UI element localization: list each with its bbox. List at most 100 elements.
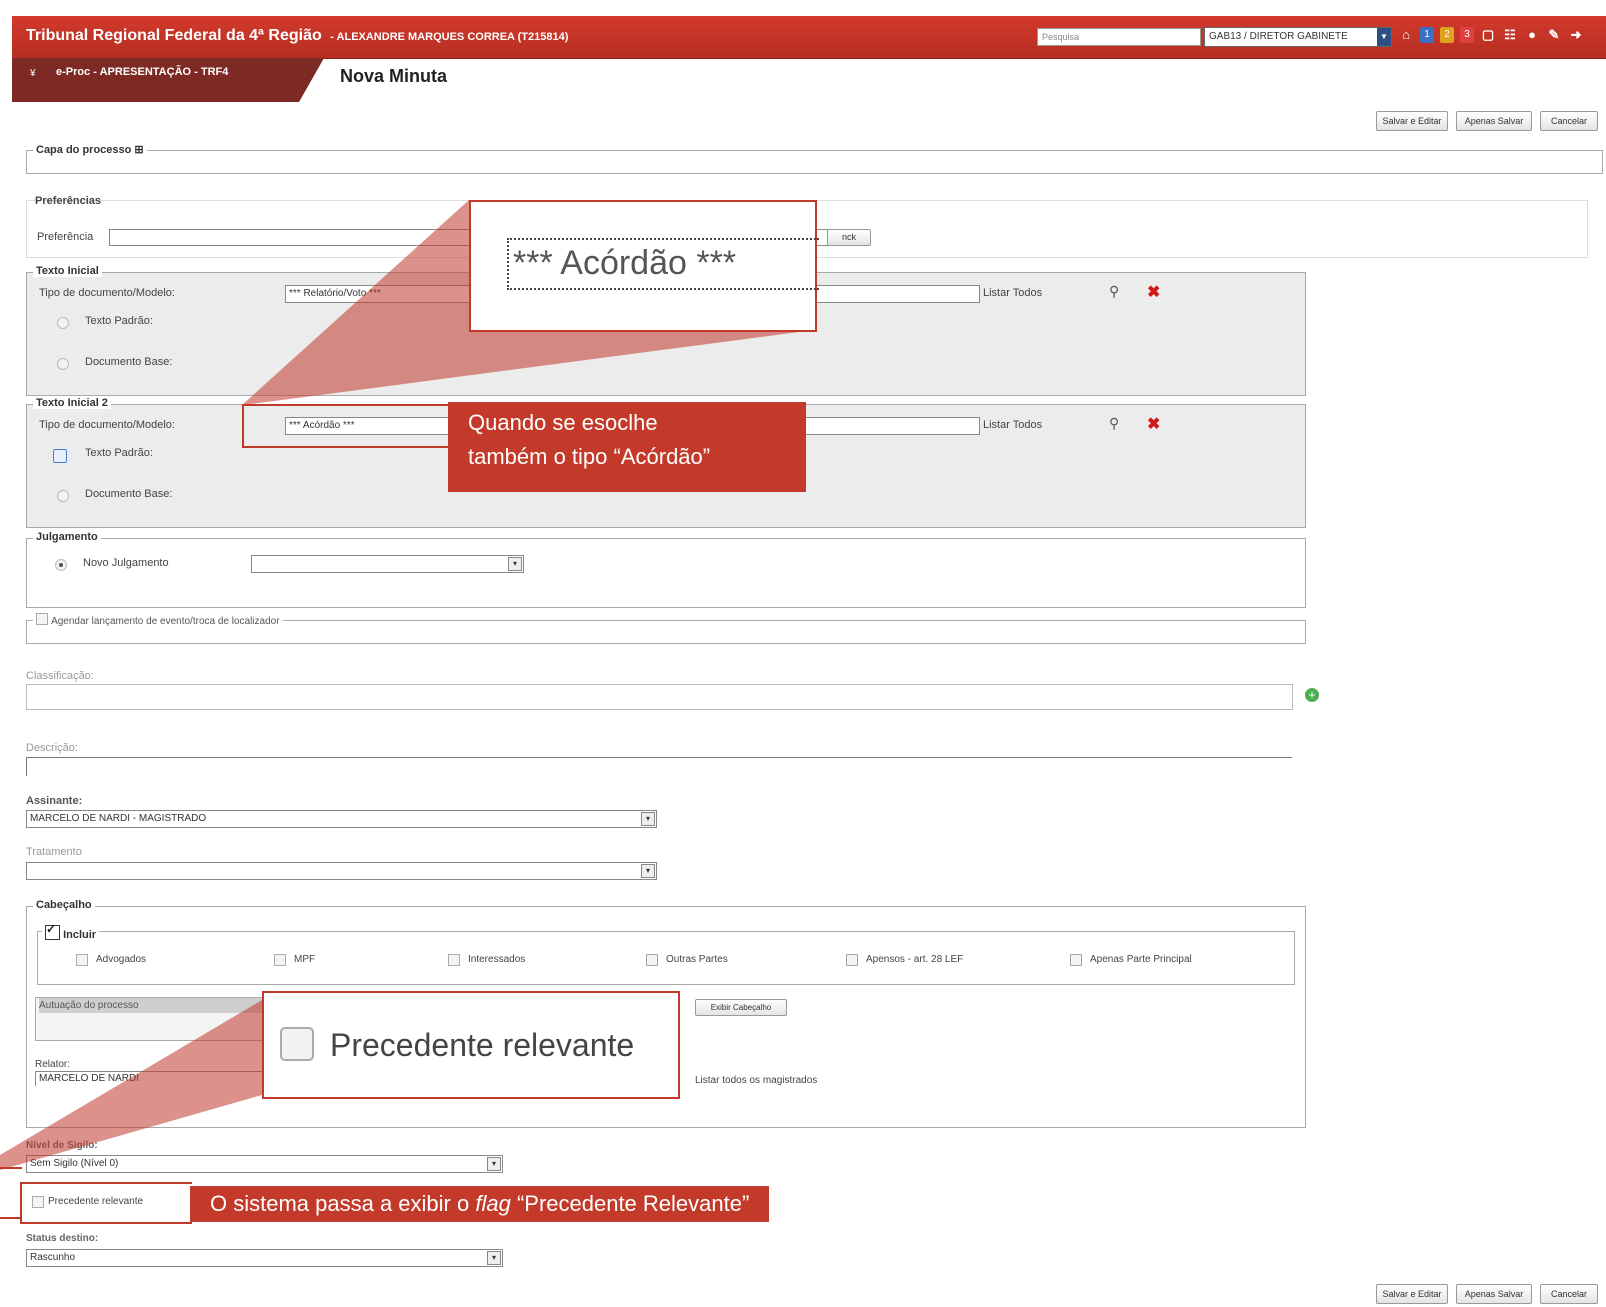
tools-icon[interactable]: ✎ [1546, 26, 1562, 44]
listar-todos-link[interactable]: Listar Todos [983, 419, 1042, 431]
capa-fieldset: Capa do processo ⊞ [26, 143, 1603, 174]
mpf-label: MPF [294, 954, 316, 965]
save-edit-button-bottom[interactable]: Salvar e Editar [1376, 1284, 1448, 1304]
mpf-checkbox[interactable] [274, 954, 286, 966]
apensos-label: Apensos - art. 28 LEF [866, 954, 964, 965]
module-label: e-Proc - APRESENTAÇÃO - TRF4 [56, 66, 229, 78]
texto-inicial-legend: Texto Inicial [33, 265, 102, 277]
julgamento-select[interactable]: ▾ [251, 555, 524, 573]
agendar-legend: Agendar lançamento de evento/troca de lo… [33, 612, 283, 627]
expand-icon[interactable]: ⊞ [134, 144, 143, 156]
agendar-checkbox[interactable] [36, 613, 48, 625]
save-only-button[interactable]: Apenas Salvar [1456, 111, 1532, 131]
add-icon[interactable]: + [1305, 688, 1319, 702]
julgamento-legend: Julgamento [33, 531, 101, 543]
assinante-select[interactable]: MARCELO DE NARDI - MAGISTRADO ▾ [26, 810, 657, 828]
texto-padrao-label: Texto Padrão: [85, 315, 153, 327]
save-only-button-bottom[interactable]: Apenas Salvar [1456, 1284, 1532, 1304]
agendar-fieldset: Agendar lançamento de evento/troca de lo… [26, 612, 1306, 644]
advogados-checkbox[interactable] [76, 954, 88, 966]
sigilo-select[interactable]: Sem Sigilo (Nível 0) ▾ [26, 1155, 503, 1173]
grid-icon[interactable]: ☷ [1502, 26, 1518, 44]
preferencia-button[interactable]: nck [827, 229, 871, 246]
search-input[interactable]: Pesquisa [1037, 28, 1201, 46]
advogados-label: Advogados [96, 954, 147, 965]
outras-partes-label: Outras Partes [666, 954, 728, 965]
texto-padrao-radio[interactable] [53, 449, 67, 463]
texto-padrao-radio[interactable] [57, 317, 69, 329]
help-icon[interactable]: ● [1524, 26, 1540, 44]
incluir-checkbox[interactable] [45, 922, 60, 940]
texto-padrao-label: Texto Padrão: [85, 447, 153, 459]
note-acordao-line2: também o tipo “Acórdão” [468, 444, 711, 469]
home-icon[interactable]: ⌂ [1398, 26, 1414, 44]
novo-julgamento-radio[interactable] [55, 559, 67, 571]
exit-icon[interactable]: ➜ [1568, 26, 1584, 44]
descricao-label: Descrição: [26, 742, 78, 754]
chevron-down-icon: ▾ [641, 812, 655, 826]
status-destino-label: Status destino: [26, 1233, 99, 1244]
tratamento-label: Tratamento [26, 846, 82, 858]
classificacao-label: Classificação: [26, 670, 94, 682]
incluir-label: Incluir [63, 929, 97, 941]
incluir-fieldset: Incluir Advogados MPF Interessados Outra… [37, 922, 1295, 985]
tratamento-select[interactable]: ▾ [26, 862, 657, 880]
zoom-checkbox-icon [280, 1027, 314, 1061]
page-title: Nova Minuta [340, 66, 448, 86]
assinante-label: Assinante: [26, 795, 83, 807]
chevron-down-icon: ▼ [1377, 28, 1391, 46]
close-icon[interactable]: ✖ [1147, 414, 1160, 434]
julgamento-fieldset: Julgamento Novo Julgamento ▾ [26, 531, 1306, 608]
documento-base-label: Documento Base: [85, 488, 173, 500]
close-icon[interactable]: ✖ [1147, 282, 1160, 302]
incluir-legend: Incluir [42, 922, 100, 941]
badge-red[interactable]: 3 [1460, 27, 1474, 43]
zoom-callout-precedente: Precedente relevante [262, 991, 680, 1099]
documento-base-radio[interactable] [57, 358, 69, 370]
badge-yellow[interactable]: 2 [1440, 27, 1454, 43]
preferencias-legend: Preferências [35, 195, 102, 207]
listar-todos-link[interactable]: Listar Todos [983, 287, 1042, 299]
relator-label: Relator: [35, 1059, 71, 1070]
interessados-label: Interessados [468, 954, 526, 965]
profile-select[interactable]: GAB13 / DIRETOR GABINETE ▼ [1204, 27, 1392, 47]
highlight-precedente [20, 1182, 192, 1224]
apenas-parte-principal-checkbox[interactable] [1070, 954, 1082, 966]
user-name: - ALEXANDRE MARQUES CORREA (T215814) [330, 31, 569, 43]
cancel-button-bottom[interactable]: Cancelar [1540, 1284, 1598, 1304]
note-precedente-post: “Precedente Relevante” [510, 1191, 750, 1216]
outras-partes-checkbox[interactable] [646, 954, 658, 966]
document-icon[interactable]: ▢ [1480, 26, 1496, 44]
descricao-input[interactable] [26, 757, 1292, 776]
exibir-cabecalho-button[interactable]: Exibir Cabeçalho [695, 999, 787, 1016]
chevron-down-icon: ¥ [30, 68, 36, 79]
badge-blue[interactable]: 1 [1420, 27, 1434, 43]
zoom-callout-acordao: *** Acórdão *** [469, 200, 819, 332]
top-header-bar: Tribunal Regional Federal da 4ª Região -… [12, 16, 1606, 59]
note-precedente: O sistema passa a exibir o flag “Precede… [190, 1186, 770, 1222]
capa-legend[interactable]: Capa do processo ⊞ [33, 143, 147, 156]
listar-magistrados-link[interactable]: Listar todos os magistrados [695, 1075, 817, 1086]
app-title: Tribunal Regional Federal da 4ª Região -… [26, 27, 568, 45]
apensos-checkbox[interactable] [846, 954, 858, 966]
cancel-button[interactable]: Cancelar [1540, 111, 1598, 131]
tipo-label: Tipo de documento/Modelo: [39, 287, 175, 299]
status-destino-select[interactable]: Rascunho ▾ [26, 1249, 503, 1267]
search-icon[interactable]: ⚲ [1109, 283, 1119, 300]
texto-inicial-2-legend: Texto Inicial 2 [33, 397, 111, 409]
documento-base-radio[interactable] [57, 490, 69, 502]
classificacao-input[interactable] [26, 684, 1293, 710]
interessados-checkbox[interactable] [448, 954, 460, 966]
header-icons: ⌂ 1 2 3 ▢ ☷ ● ✎ ➜ [1398, 26, 1584, 44]
chevron-down-icon: ▾ [508, 557, 522, 571]
court-name: Tribunal Regional Federal da 4ª Região [26, 27, 322, 44]
sigilo-label: Nível de Sigilo: [26, 1140, 98, 1151]
save-edit-button[interactable]: Salvar e Editar [1376, 111, 1448, 131]
search-icon[interactable]: ⚲ [1109, 415, 1119, 432]
module-tab[interactable]: ¥ e-Proc - APRESENTAÇÃO - TRF4 [12, 58, 324, 102]
note-precedente-pre: O sistema passa a exibir o [210, 1191, 476, 1216]
tipo-label: Tipo de documento/Modelo: [39, 419, 175, 431]
chevron-down-icon: ▾ [641, 864, 655, 878]
note-acordao: Quando se esoclhe também o tipo “Acórdão… [448, 402, 806, 492]
chevron-down-icon: ▾ [487, 1251, 501, 1265]
